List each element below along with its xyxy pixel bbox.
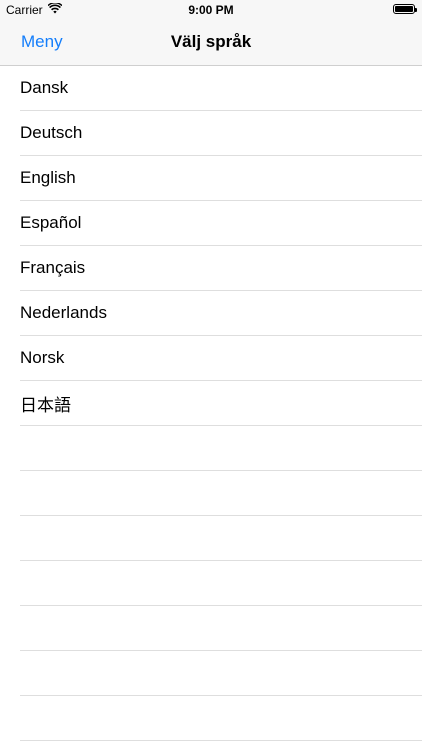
language-label: Español: [20, 213, 82, 232]
language-row[interactable]: Français: [20, 246, 422, 291]
language-label: Deutsch: [20, 123, 83, 142]
empty-row: [20, 471, 422, 516]
empty-row: [20, 426, 422, 471]
empty-row: [20, 561, 422, 606]
language-row[interactable]: Nederlands: [20, 291, 422, 336]
language-list: Dansk Deutsch English Español Français Nederl…: [0, 66, 422, 741]
language-label: Norsk: [20, 348, 65, 367]
language-row[interactable]: Deutsch: [20, 111, 422, 156]
battery-fill: [395, 6, 413, 12]
language-row[interactable]: Español: [20, 201, 422, 246]
language-label: Français: [20, 258, 86, 277]
empty-row: [20, 651, 422, 696]
language-label: Dansk: [20, 78, 69, 97]
empty-row: [20, 606, 422, 651]
status-right: [393, 4, 417, 14]
status-bar: Carrier 9:00 PM: [0, 0, 422, 20]
language-label: 日本語: [20, 395, 71, 415]
language-label: Nederlands: [20, 303, 107, 322]
navigation-bar: Meny Välj språk: [0, 20, 422, 66]
battery-icon: [393, 4, 417, 14]
language-row[interactable]: English: [20, 156, 422, 201]
language-label: English: [20, 168, 76, 187]
language-row[interactable]: 日本語: [20, 381, 422, 426]
empty-row: [20, 696, 422, 741]
status-time: 9:00 PM: [188, 3, 234, 17]
language-row[interactable]: Dansk: [20, 66, 422, 111]
empty-row: [20, 516, 422, 561]
page-title: Välj språk: [170, 32, 252, 51]
language-row[interactable]: Norsk: [20, 336, 422, 381]
